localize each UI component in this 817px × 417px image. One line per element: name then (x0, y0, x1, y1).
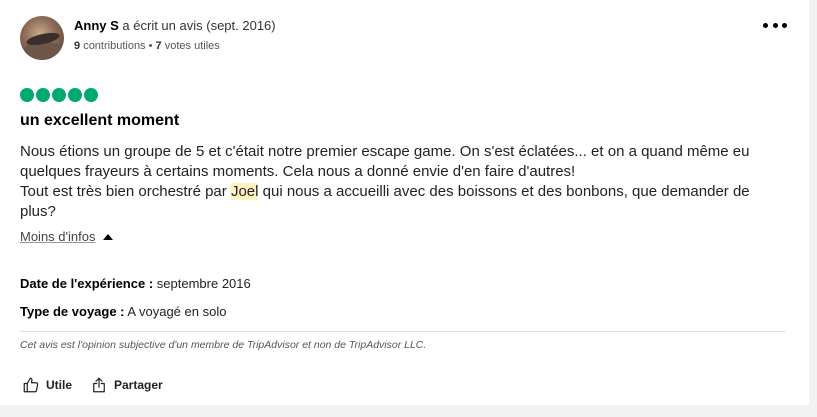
rating-bubble-icon (20, 88, 34, 102)
helpful-button[interactable]: Utile (22, 376, 72, 394)
votes-count: 7 (155, 40, 162, 52)
review-body: Nous étions un groupe de 5 et c'était no… (20, 142, 780, 222)
less-info-toggle[interactable]: Moins d'infos (20, 229, 114, 244)
thumbs-up-icon (23, 377, 39, 393)
paragraph-2-before: Tout est très bien orchestré par (20, 183, 231, 200)
contributions-label: contributions (83, 40, 146, 52)
helpful-label: Utile (46, 378, 73, 392)
rating-bubble-icon (84, 88, 98, 102)
votes-label: votes utiles (164, 40, 220, 52)
author-meta: 9 contributions • 7 votes utiles (74, 40, 220, 52)
rating-bubbles (20, 88, 98, 102)
divider (20, 331, 786, 332)
author-name[interactable]: Anny S (74, 18, 119, 33)
share-button[interactable]: Partager (90, 376, 163, 394)
rating-bubble-icon (52, 88, 66, 102)
trip-type-label: Type de voyage : (20, 304, 125, 319)
share-icon (93, 377, 105, 393)
disclaimer: Cet avis est l'opinion subjective d'un m… (20, 339, 427, 351)
experience-date-value: septembre 2016 (156, 276, 251, 291)
less-info-label: Moins d'infos (20, 229, 96, 244)
experience-date: Date de l'expérience : septembre 2016 (20, 276, 251, 291)
contributions-count: 9 (74, 40, 81, 52)
author-line: Anny S a écrit un avis (sept. 2016) (74, 18, 276, 33)
avatar[interactable] (20, 16, 64, 60)
review-paragraph-1: Nous étions un groupe de 5 et c'était no… (20, 143, 750, 180)
caret-up-icon (103, 233, 114, 240)
experience-date-label: Date de l'expérience : (20, 276, 154, 291)
rating-bubble-icon (68, 88, 82, 102)
share-label: Partager (114, 378, 163, 392)
author-action-text: a écrit un avis (sept. 2016) (122, 18, 276, 33)
more-options-icon[interactable] (763, 18, 787, 32)
rating-bubble-icon (36, 88, 50, 102)
review-paragraph-2: Tout est très bien orchestré par Joel qu… (20, 182, 780, 222)
trip-type-value: A voyagé en solo (127, 304, 227, 319)
trip-type: Type de voyage : A voyagé en solo (20, 304, 226, 319)
review-title: un excellent moment (20, 112, 180, 129)
highlighted-name: Joel (230, 183, 259, 200)
review-card: Anny S a écrit un avis (sept. 2016) 9 co… (0, 0, 809, 405)
meta-separator: • (148, 40, 153, 52)
